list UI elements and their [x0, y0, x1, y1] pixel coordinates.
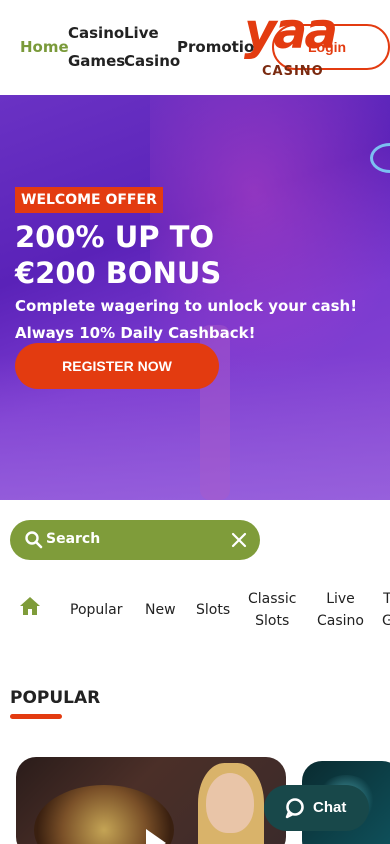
search-icon	[25, 531, 43, 549]
nav-home[interactable]: Home	[20, 38, 69, 56]
tab-partial-line2: G	[382, 613, 390, 629]
hero-subtitle-line1: Complete wagering to unlock your cash!	[15, 297, 358, 315]
register-now-button[interactable]: REGISTER NOW	[15, 343, 219, 389]
tab-live-casino[interactable]: Live Casino	[317, 588, 364, 632]
section-title-underline	[10, 714, 62, 719]
nav-live-casino[interactable]: Live	[124, 24, 159, 42]
hero-title-line1: 200% UP TO	[15, 220, 215, 254]
tab-classic-slots[interactable]: Classic Slots	[248, 588, 296, 632]
hero-banner: WELCOME OFFER 200% UP TO €200 BONUS Comp…	[0, 95, 390, 500]
hero-subtitle: Complete wagering to unlock your cash! A…	[15, 293, 357, 347]
category-tabs: Popular New Slots Classic Slots Live Cas…	[0, 585, 390, 635]
game-card[interactable]	[16, 757, 286, 844]
tab-classic-slots-line2: Slots	[255, 613, 290, 629]
logo-wordmark: yaa	[244, 2, 338, 60]
chat-button[interactable]: Chat	[264, 785, 369, 831]
search-bar[interactable]: Search	[10, 520, 260, 560]
chat-label: Chat	[313, 799, 347, 816]
tab-new[interactable]: New	[145, 599, 176, 621]
logo-subtitle: CASINO	[262, 64, 324, 79]
site-header: Home Casino Live Games Casino Promotio L…	[0, 0, 390, 95]
hero-title: 200% UP TO €200 BONUS	[15, 219, 221, 291]
nav-casino-games[interactable]: Casino	[68, 24, 124, 42]
nav-live-casino-line2[interactable]: Casino	[124, 52, 180, 70]
section-title-popular: POPULAR	[10, 688, 101, 708]
nav-promotions[interactable]: Promotio	[177, 38, 254, 56]
play-icon[interactable]	[146, 829, 166, 844]
tab-live-casino-line2: Casino	[317, 613, 364, 629]
home-icon[interactable]	[19, 595, 41, 617]
tab-partial-offscreen[interactable]: T G	[382, 588, 390, 632]
tab-popular[interactable]: Popular	[70, 599, 123, 621]
tab-partial-line1: T	[383, 591, 390, 607]
hero-title-line2: €200 BONUS	[15, 256, 222, 290]
close-icon[interactable]	[230, 531, 248, 549]
search-input[interactable]: Search	[46, 531, 100, 547]
tab-live-casino-line1: Live	[326, 591, 355, 607]
tab-slots[interactable]: Slots	[196, 599, 230, 621]
nav-casino-games-line2[interactable]: Games	[68, 52, 125, 70]
welcome-offer-badge: WELCOME OFFER	[15, 187, 163, 213]
tab-classic-slots-line1: Classic	[248, 591, 297, 607]
brand-logo[interactable]: yaa CASINO	[244, 2, 344, 80]
game-card-dealer-face	[206, 773, 254, 833]
chat-bubble-icon	[285, 798, 304, 819]
